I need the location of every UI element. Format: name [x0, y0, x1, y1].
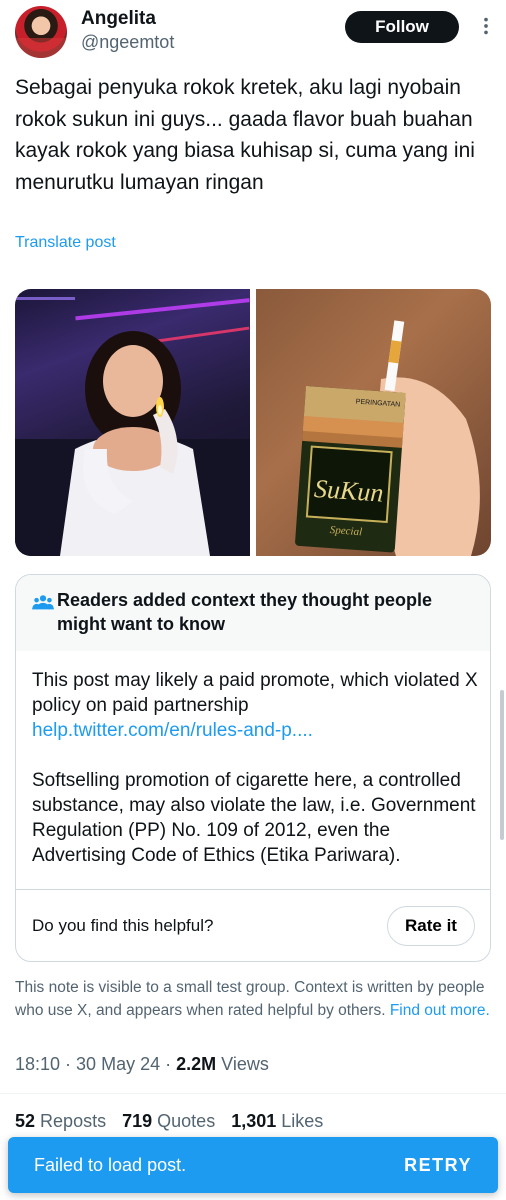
reposts-label: Reposts: [40, 1111, 107, 1131]
note-paragraph-1: This post may likely a paid promote, whi…: [32, 670, 478, 716]
error-toast: Failed to load post. RETRY: [8, 1137, 498, 1193]
people-icon: [32, 591, 54, 613]
avatar[interactable]: [15, 6, 67, 58]
post-header: Angelita @ngeemtot Follow: [0, 0, 506, 62]
meta-separator: ·: [60, 1054, 77, 1074]
post-date[interactable]: 30 May 24: [76, 1054, 160, 1074]
post-time[interactable]: 18:10: [15, 1054, 60, 1074]
note-link[interactable]: help.twitter.com/en/rules-and-p....: [32, 720, 313, 741]
community-note-body: This post may likely a paid promote, whi…: [32, 668, 482, 868]
reposts-count: 52: [15, 1111, 36, 1131]
rate-it-button[interactable]: Rate it: [387, 906, 475, 946]
quotes-count: 719: [122, 1111, 153, 1131]
translate-post-link[interactable]: Translate post: [15, 234, 116, 252]
views-label: Views: [221, 1054, 269, 1074]
note-footer: This note is visible to a small test gro…: [15, 976, 493, 1022]
more-options-icon[interactable]: [474, 14, 498, 38]
follow-button[interactable]: Follow: [345, 11, 459, 43]
quotes-label: Quotes: [157, 1111, 216, 1131]
helpful-prompt: Do you find this helpful?: [32, 916, 214, 935]
likes-label: Likes: [281, 1111, 324, 1131]
divider: [16, 889, 490, 890]
pack-variant-label: Special: [329, 524, 362, 538]
views-count: 2.2M: [176, 1054, 217, 1074]
likes-stat[interactable]: 1,301 Likes: [231, 1111, 323, 1132]
meta-separator: ·: [160, 1054, 177, 1074]
community-note-card: Readers added context they thought peopl…: [15, 574, 491, 962]
toast-message: Failed to load post.: [34, 1154, 187, 1175]
retry-button[interactable]: RETRY: [404, 1155, 472, 1176]
note-paragraph-2: Softselling promotion of cigarette here,…: [32, 770, 476, 866]
likes-count: 1,301: [231, 1111, 277, 1131]
engagement-stats: 52 Reposts 719 Quotes 1,301 Likes: [15, 1111, 323, 1132]
post-text: Sebagai penyuka rokok kretek, aku lagi n…: [15, 76, 475, 194]
find-out-more-link[interactable]: Find out more.: [390, 1002, 490, 1019]
post-meta: 18:10 · 30 May 24 · 2.2M Views: [15, 1054, 269, 1075]
author-display-name[interactable]: Angelita: [81, 8, 156, 30]
scrollbar[interactable]: [500, 690, 504, 840]
community-note-title: Readers added context they thought peopl…: [57, 590, 433, 634]
reposts-stat[interactable]: 52 Reposts: [15, 1111, 106, 1132]
divider: [0, 1093, 506, 1094]
quotes-stat[interactable]: 719 Quotes: [122, 1111, 215, 1132]
community-note-header: Readers added context they thought peopl…: [16, 575, 490, 651]
pack-brand-label: SuKun: [313, 474, 384, 508]
photo-cigarette-pack[interactable]: SuKun Special PERINGATAN: [256, 289, 491, 556]
media-grid: SuKun Special PERINGATAN: [15, 289, 491, 556]
author-handle[interactable]: @ngeemtot: [81, 32, 174, 53]
photo-woman-lighting-cigarette[interactable]: [15, 289, 250, 556]
